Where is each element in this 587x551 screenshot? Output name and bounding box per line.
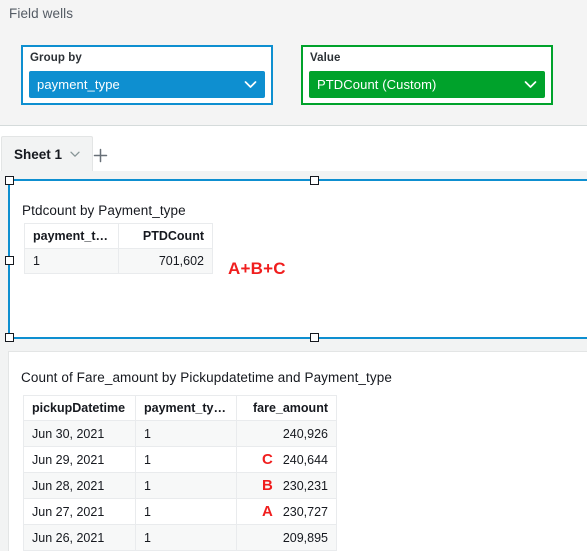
visual-ptdcount-by-payment-type[interactable]: Ptdcount by Payment_type payment_ty... P… [5, 176, 587, 342]
sheet-tab-sheet-1[interactable]: Sheet 1 [1, 136, 94, 171]
cell-fare-amount-value: 240,926 [282, 426, 328, 441]
resize-handle-top-left[interactable] [5, 176, 14, 185]
cell-payment-type: 1 [24, 248, 119, 274]
cell-payment-type: 1 [135, 420, 237, 447]
cell-payment-type: 1 [135, 446, 237, 473]
cell-fare-amount-value: 230,231 [282, 478, 328, 493]
add-sheet-button[interactable] [88, 143, 112, 167]
cell-fare-amount: 209,895 [236, 524, 337, 551]
cell-pickup-datetime: Jun 27, 2021 [23, 498, 136, 525]
field-well-group-by[interactable]: Group by payment_type [21, 45, 273, 105]
annotation-marker: A [261, 503, 273, 520]
field-wells-panel: Field wells Group by payment_type Value … [0, 0, 587, 126]
resize-handle-top-center[interactable] [310, 176, 319, 185]
resize-handle-middle-left[interactable] [5, 256, 14, 265]
table-header-row: pickupDatetime payment_type fare_amount [23, 395, 337, 421]
sheet-canvas: Ptdcount by Payment_type payment_ty... P… [0, 171, 587, 551]
table-row[interactable]: Jun 26, 2021 1 209,895 [23, 524, 337, 551]
plus-icon [93, 148, 107, 162]
annotation-a-plus-b-plus-c: A+B+C [228, 259, 286, 278]
cell-fare-amount: B 230,231 [236, 472, 337, 499]
chevron-down-icon[interactable] [68, 147, 82, 161]
resize-handle-bottom-left[interactable] [5, 333, 14, 342]
table-row[interactable]: Jun 30, 2021 1 240,926 [23, 420, 337, 447]
annotation-marker: B [261, 477, 273, 494]
cell-fare-amount: C 240,644 [236, 446, 337, 473]
cell-fare-amount: 240,926 [236, 420, 337, 447]
visual-count-of-fare-amount[interactable]: Count of Fare_amount by Pickupdatetime a… [8, 351, 587, 551]
cell-fare-amount-value: 240,644 [282, 452, 328, 467]
table-header-row: payment_ty... PTDCount [24, 223, 213, 249]
column-header-pickup-datetime[interactable]: pickupDatetime [23, 395, 136, 421]
cell-pickup-datetime: Jun 29, 2021 [23, 446, 136, 473]
field-well-label-group-by: Group by [30, 52, 82, 64]
field-pill-label-value: PTDCount (Custom) [317, 77, 437, 92]
table-row[interactable]: Jun 27, 2021 1 A 230,727 [23, 498, 337, 525]
field-well-value[interactable]: Value PTDCount (Custom) [301, 45, 553, 105]
column-header-payment-type[interactable]: payment_type [135, 395, 237, 421]
cell-fare-amount-value: 209,895 [282, 530, 328, 545]
cell-payment-type: 1 [135, 472, 237, 499]
cell-pickup-datetime: Jun 28, 2021 [23, 472, 136, 499]
sheet-tab-bar: Sheet 1 [0, 126, 587, 171]
column-header-payment-type[interactable]: payment_ty... [24, 223, 119, 249]
cell-pickup-datetime: Jun 26, 2021 [23, 524, 136, 551]
table-row[interactable]: Jun 28, 2021 1 B 230,231 [23, 472, 337, 499]
field-wells-title: Field wells [9, 6, 74, 21]
column-header-fare-amount[interactable]: fare_amount [236, 395, 337, 421]
cell-fare-amount-value: 230,727 [282, 504, 328, 519]
field-pill-label-group-by: payment_type [37, 77, 120, 92]
cell-payment-type: 1 [135, 524, 237, 551]
column-header-ptdcount[interactable]: PTDCount [118, 223, 213, 249]
sheet-tab-label: Sheet 1 [14, 146, 63, 162]
visual-title-fare-amount: Count of Fare_amount by Pickupdatetime a… [21, 370, 392, 385]
cell-payment-type: 1 [135, 498, 237, 525]
table-row[interactable]: 1 701,602 [24, 248, 213, 274]
annotation-marker: C [261, 451, 273, 468]
field-pill-group-by[interactable]: payment_type [29, 71, 265, 98]
cell-ptdcount: 701,602 [118, 248, 213, 274]
field-well-label-value: Value [310, 52, 341, 64]
resize-handle-bottom-center[interactable] [310, 333, 319, 342]
chevron-down-icon[interactable] [242, 76, 259, 93]
cell-fare-amount: A 230,727 [236, 498, 337, 525]
field-pill-value[interactable]: PTDCount (Custom) [309, 71, 545, 98]
ptdcount-table[interactable]: payment_ty... PTDCount 1 701,602 [24, 223, 213, 274]
cell-pickup-datetime: Jun 30, 2021 [23, 420, 136, 447]
table-row[interactable]: Jun 29, 2021 1 C 240,644 [23, 446, 337, 473]
chevron-down-icon[interactable] [522, 76, 539, 93]
visual-title-ptdcount: Ptdcount by Payment_type [22, 203, 186, 218]
fare-amount-table[interactable]: pickupDatetime payment_type fare_amount … [23, 395, 337, 551]
